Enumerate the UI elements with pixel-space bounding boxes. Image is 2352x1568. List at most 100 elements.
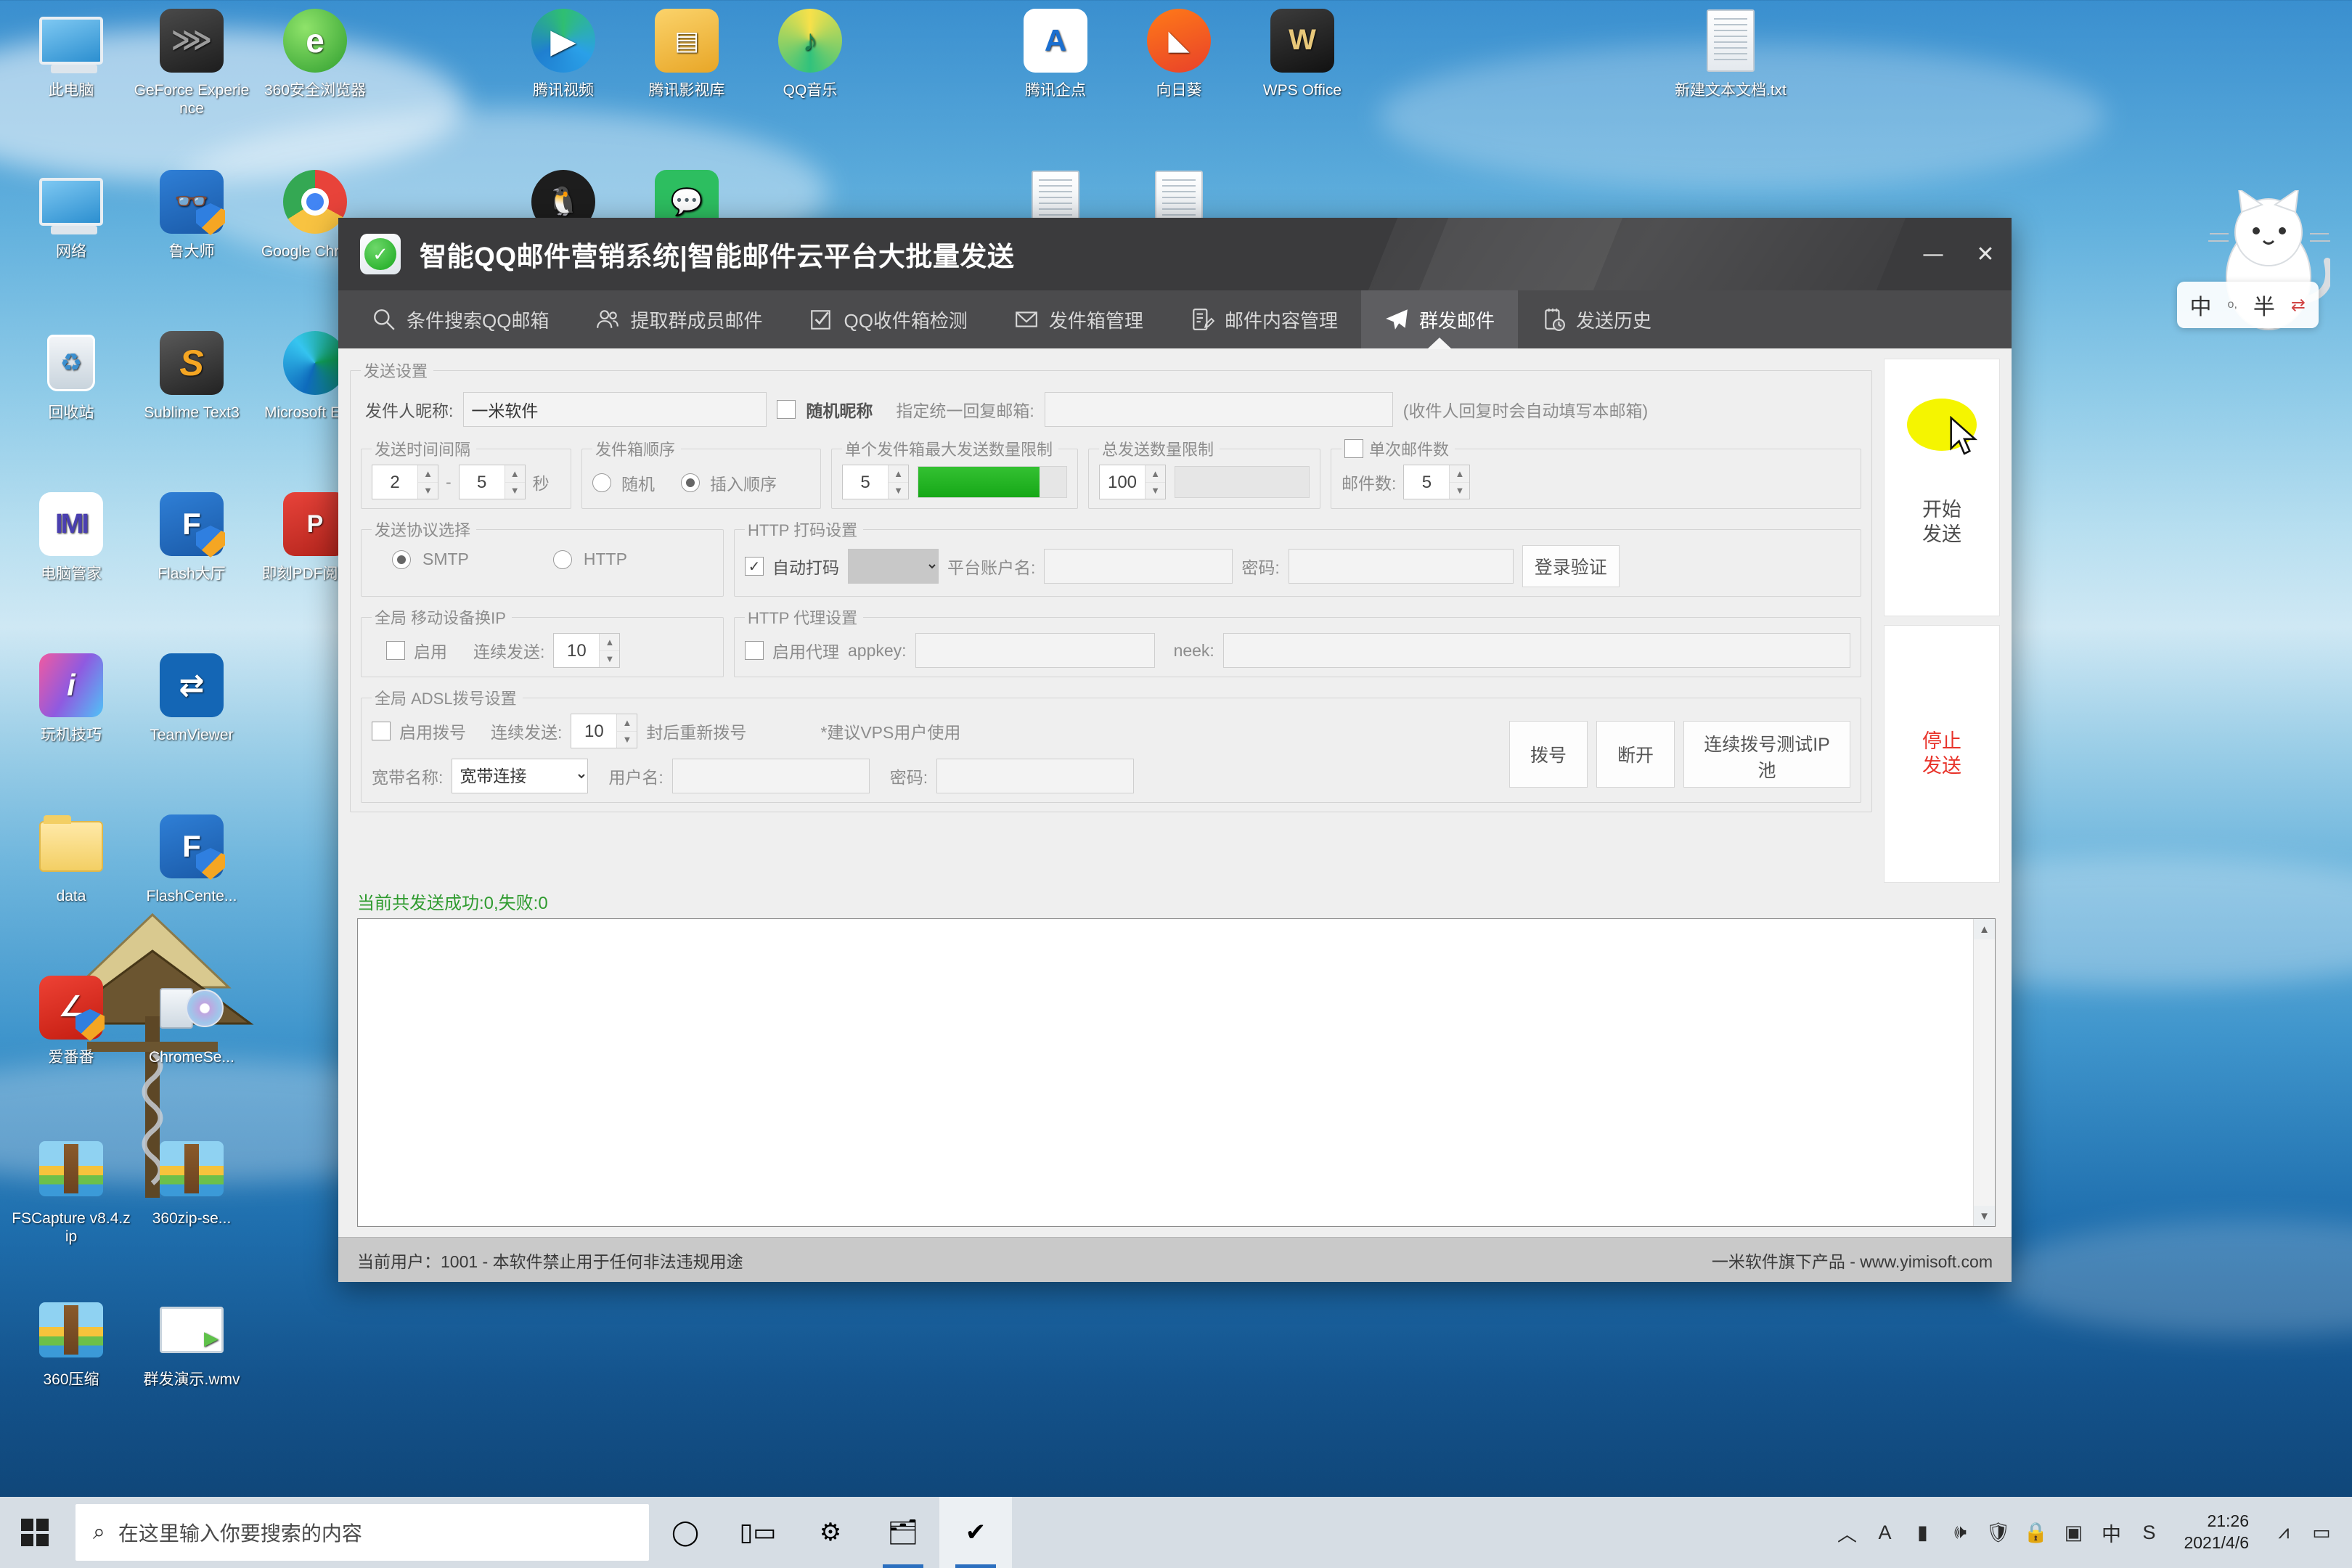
stepper-up-icon[interactable]: ▲: [889, 465, 908, 483]
dial-button[interactable]: 拨号: [1509, 721, 1588, 788]
platform-account-input[interactable]: [1044, 549, 1233, 584]
single-batch-stepper[interactable]: ▲▼: [1403, 465, 1471, 500]
stepper-up-icon[interactable]: ▲: [1450, 465, 1470, 483]
desktop-icon-22[interactable]: 群发演示.wmv: [131, 1295, 253, 1389]
stepper-up-icon[interactable]: ▲: [600, 634, 620, 651]
adsl-continuous-input[interactable]: [571, 714, 617, 749]
stepper-up-icon[interactable]: ▲: [617, 714, 637, 732]
random-nick-checkbox[interactable]: [777, 400, 796, 419]
adsl-username-input[interactable]: [671, 759, 870, 793]
mobile-ip-stepper[interactable]: ▲▼: [553, 633, 621, 669]
desktop-icon-13[interactable]: i 玩机技巧: [10, 650, 132, 745]
ime-mode-label[interactable]: 中: [2190, 289, 2212, 321]
interval-max-stepper[interactable]: ▲▼: [458, 465, 526, 500]
sender-nick-input[interactable]: [463, 392, 767, 427]
notification-icon[interactable]: ▭: [2303, 1521, 2340, 1544]
desktop-icon-17[interactable]: ∠ 爱番番: [10, 973, 132, 1067]
protocol-http-radio[interactable]: [552, 550, 572, 569]
tab-7[interactable]: 发送历史: [1518, 290, 1675, 348]
desktop-icon-25[interactable]: ♪ QQ音乐: [749, 6, 871, 100]
start-button[interactable]: [0, 1497, 70, 1568]
desktop-icon-26[interactable]: A 腾讯企点: [995, 6, 1116, 100]
broadband-name-select[interactable]: 宽带连接: [452, 759, 589, 793]
stepper-down-icon[interactable]: ▼: [418, 483, 438, 499]
total-limit-input[interactable]: [1100, 465, 1145, 500]
battery-icon[interactable]: ▮: [1903, 1519, 1941, 1547]
adsl-stepper[interactable]: ▲▼: [571, 714, 638, 749]
desktop-icon-18[interactable]: ChromeSe...: [131, 973, 253, 1067]
interval-min-stepper[interactable]: ▲▼: [372, 465, 438, 500]
desktop-icon-3[interactable]: e 360安全浏览器: [254, 6, 376, 100]
security-icon[interactable]: 🛡: [1979, 1519, 2017, 1547]
captcha-password-input[interactable]: [1288, 549, 1514, 584]
stepper-down-icon[interactable]: ▼: [505, 483, 525, 499]
desktop-icon-29[interactable]: 新建文本文档.txt: [1670, 6, 1792, 100]
mobile-ip-continuous-input[interactable]: [554, 634, 600, 669]
login-verify-button[interactable]: 登录验证: [1522, 545, 1620, 587]
desktop-icon-24[interactable]: ▤ 腾讯影视库: [626, 6, 748, 100]
tab-2[interactable]: 提取群成员邮件: [572, 290, 785, 348]
log-scrollbar[interactable]: ▲ ▼: [1973, 919, 1995, 1226]
tab-4[interactable]: 发件箱管理: [991, 290, 1167, 348]
desktop-icon-16[interactable]: F FlashCente...: [131, 812, 253, 906]
close-button[interactable]: ✕: [1959, 232, 2012, 276]
single-batch-checkbox[interactable]: [1344, 439, 1363, 458]
network-graph-icon[interactable]: ⩘: [2265, 1521, 2303, 1544]
total-limit-stepper[interactable]: ▲▼: [1099, 465, 1166, 500]
stop-send-button[interactable]: 停止 发送: [1884, 625, 2000, 883]
sogou-icon[interactable]: S: [2130, 1519, 2168, 1547]
protocol-smtp-radio[interactable]: [392, 550, 411, 569]
interval-min-input[interactable]: [372, 465, 417, 500]
adsl-enable-checkbox[interactable]: [372, 722, 391, 740]
stepper-up-icon[interactable]: ▲: [418, 465, 438, 483]
per-box-limit-input[interactable]: [843, 465, 888, 500]
stepper-down-icon[interactable]: ▼: [1146, 483, 1165, 499]
interval-max-input[interactable]: [459, 465, 505, 500]
stepper-up-icon[interactable]: ▲: [1146, 465, 1165, 483]
cortana-button[interactable]: ◯: [649, 1497, 722, 1568]
yimi-mail-button[interactable]: ✔: [939, 1497, 1012, 1568]
per-box-limit-stepper[interactable]: ▲▼: [842, 465, 909, 500]
desktop-icon-14[interactable]: ⇄ TeamViewer: [131, 650, 253, 745]
scroll-down-icon[interactable]: ▼: [1974, 1206, 1995, 1226]
start-send-button[interactable]: 开始 发送: [1884, 359, 2000, 616]
volume-icon[interactable]: 🕪: [1941, 1519, 1979, 1547]
desktop-icon-28[interactable]: W WPS Office: [1241, 6, 1363, 100]
file-explorer-button[interactable]: 🗂: [867, 1497, 939, 1568]
ime-letter-icon[interactable]: A: [1866, 1519, 1903, 1547]
order-insert-radio[interactable]: [681, 473, 700, 492]
application-window[interactable]: ✓ 智能QQ邮件营销系统|智能邮件云平台大批量发送 — ✕ 条件搜索QQ邮箱 提取…: [338, 218, 2012, 1282]
disconnect-button[interactable]: 断开: [1596, 721, 1675, 788]
ime-width-label[interactable]: 半: [2253, 289, 2275, 321]
proxy-neek-input[interactable]: [1222, 633, 1850, 668]
lock-icon[interactable]: 🔒: [2017, 1519, 2054, 1547]
desktop-icon-15[interactable]: data: [10, 812, 132, 906]
taskbar-clock[interactable]: 21:26 2021/4/6: [2171, 1511, 2262, 1554]
auto-captcha-checkbox[interactable]: ✓: [745, 557, 764, 576]
single-batch-count-input[interactable]: [1404, 465, 1450, 500]
test-ip-pool-button[interactable]: 连续拨号测试IP池: [1683, 721, 1850, 788]
tab-1[interactable]: 条件搜索QQ邮箱: [348, 290, 572, 348]
stepper-down-icon[interactable]: ▼: [600, 651, 619, 668]
scroll-up-icon[interactable]: ▲: [1974, 919, 1995, 939]
ime-status-bar[interactable]: 中 o, 半 ⇄: [2176, 282, 2319, 328]
reply-mail-input[interactable]: [1044, 392, 1393, 427]
desktop-icon-19[interactable]: FSCapture v8.4.zip: [10, 1134, 132, 1246]
desktop-icon-20[interactable]: 360zip-se...: [131, 1134, 253, 1228]
desktop-icon-8[interactable]: S Sublime Text3: [131, 328, 253, 422]
desktop-icon-21[interactable]: 360压缩: [10, 1295, 132, 1389]
desktop-icon-5[interactable]: 👓 鲁大师: [131, 167, 253, 261]
mobile-ip-enable-checkbox[interactable]: [386, 641, 405, 660]
desktop-icon-7[interactable]: 回收站: [10, 328, 132, 422]
captcha-platform-select[interactable]: [848, 549, 939, 584]
monitor-tray-icon[interactable]: ▣: [2054, 1519, 2092, 1547]
chevron-up-icon[interactable]: ︿: [1828, 1519, 1866, 1547]
desktop-icon-10[interactable]: IMI 电脑管家: [10, 489, 132, 584]
desktop-icon-2[interactable]: ⋙ GeForce Experience: [131, 6, 253, 118]
title-bar[interactable]: ✓ 智能QQ邮件营销系统|智能邮件云平台大批量发送 — ✕: [338, 218, 2012, 290]
ime-chinese-icon[interactable]: 中: [2092, 1519, 2130, 1547]
desktop-icon-27[interactable]: ◣ 向日葵: [1118, 6, 1240, 100]
order-random-radio[interactable]: [592, 473, 611, 492]
tab-6[interactable]: 群发邮件: [1360, 290, 1518, 348]
desktop-icon-4[interactable]: 网络: [10, 167, 132, 261]
